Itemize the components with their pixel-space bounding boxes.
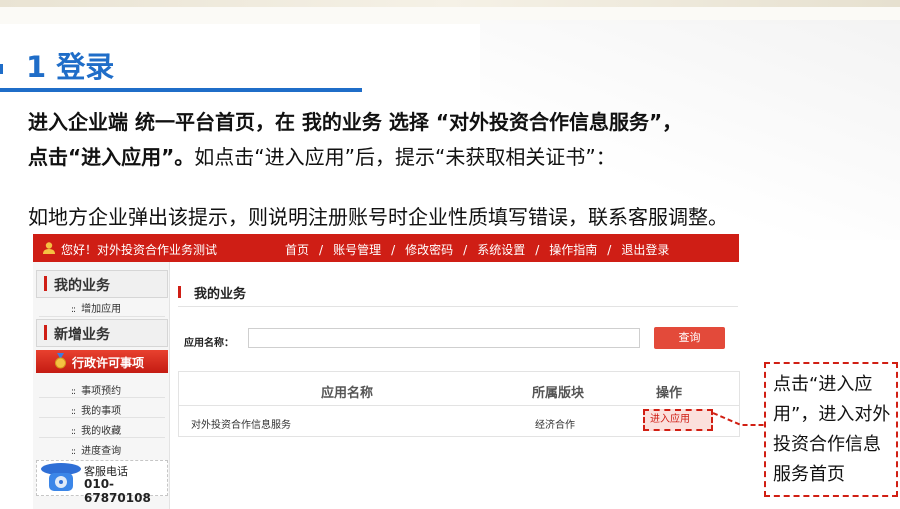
nav-separator: /	[535, 243, 540, 257]
instruction-line-2: 点击“进入应用”。如点击“进入应用”后，提示“未获取相关证书”：	[28, 141, 616, 170]
medal-icon	[55, 353, 66, 369]
app-screenshot: 您好！对外投资合作业务测试 首页 / 账号管理 / 修改密码 / 系统设置 / 操作指南 / 退出登…	[33, 234, 740, 509]
grip-icon: ::	[71, 407, 76, 417]
app-name-input[interactable]	[248, 328, 640, 348]
sidebar-group-label: 我的业务	[54, 278, 110, 294]
nav-account-management[interactable]: 账号管理	[333, 241, 381, 258]
grip-icon: ::	[71, 305, 76, 315]
sidebar-item-label: 增加应用	[81, 304, 122, 315]
app-top-bar: 您好！对外投资合作业务测试 首页 / 账号管理 / 修改密码 / 系统设置 / 操作指南 / 退出登…	[33, 234, 739, 262]
row-section: 经济合作	[535, 420, 575, 431]
sidebar-item-my-matters[interactable]: :: 我的事项	[71, 402, 121, 417]
user-icon	[43, 242, 55, 254]
sidebar-item-label: 我的收藏	[81, 426, 122, 437]
sidebar-item-add-app[interactable]: :: 增加应用	[71, 300, 121, 315]
sidebar-item-label: 事项预约	[81, 386, 122, 397]
nav-separator: /	[607, 243, 612, 257]
sidebar-item-label: 进度查询	[81, 446, 122, 457]
column-header-name: 应用名称	[321, 386, 374, 401]
sidebar-item-progress[interactable]: :: 进度查询	[71, 442, 121, 457]
row-app-name: 对外投资合作信息服务	[191, 420, 291, 431]
sidebar-divider	[39, 397, 165, 398]
search-button[interactable]: 查询	[654, 327, 725, 349]
nav-user-guide[interactable]: 操作指南	[549, 241, 597, 258]
search-label: 应用名称：	[184, 338, 234, 349]
heading-marker	[178, 286, 181, 298]
main-heading: 我的业务	[178, 282, 738, 307]
title-tick-mark	[0, 64, 3, 74]
nav-separator: /	[391, 243, 396, 257]
instruction-line-1-text: 进入企业端 统一平台首页，在 我的业务 选择 “对外投资合作信息服务”，	[28, 110, 683, 134]
nav-system-settings[interactable]: 系统设置	[477, 241, 525, 258]
main-heading-text: 我的业务	[194, 287, 247, 302]
apps-table: 应用名称 所属版块 操作 对外投资合作信息服务 经济合作 进入应用	[178, 371, 740, 437]
group-marker	[44, 325, 47, 340]
column-header-action: 操作	[656, 386, 683, 401]
sidebar-group-my-business[interactable]: 我的业务	[36, 270, 168, 298]
grip-icon: ::	[71, 427, 76, 437]
nav-logout[interactable]: 退出登录	[621, 241, 669, 258]
sidebar-item-label: 我的事项	[81, 406, 122, 417]
callout-box: 点击“进入应用”，进入对外投资合作信息服务首页	[764, 362, 898, 497]
sidebar-group-new-business[interactable]: 新增业务	[36, 319, 168, 347]
instruction-line-2-normal: 如点击“进入应用”后，提示“未获取相关证书”：	[194, 145, 616, 169]
sidebar-divider	[39, 437, 165, 438]
nav-home[interactable]: 首页	[285, 241, 309, 258]
sidebar-item-label: 行政许可事项	[72, 356, 145, 370]
top-decor-band	[0, 0, 900, 7]
group-marker	[44, 276, 47, 291]
sidebar-group-label: 新增业务	[54, 327, 110, 343]
grip-icon: ::	[71, 387, 76, 397]
column-header-section: 所属版块	[532, 386, 585, 401]
instruction-line-3: 如地方企业弹出该提示，则说明注册账号时企业性质填写错误，联系客服调整。	[28, 205, 728, 229]
customer-service-box: 客服电话 010-67870108	[36, 460, 168, 505]
sidebar: 我的业务 :: 增加应用 新增业务 行政许可事项 :: 事项预约 :: 我的事项 ::…	[33, 262, 170, 509]
service-phone: 010-67870108	[84, 477, 151, 505]
table-divider	[179, 405, 739, 406]
nav-separator: /	[463, 243, 468, 257]
sidebar-divider	[39, 316, 165, 317]
slide-title: 1 登录	[26, 50, 115, 84]
nav-change-password[interactable]: 修改密码	[405, 241, 453, 258]
instruction-line-2-bold: 点击“进入应用”。	[28, 145, 195, 169]
enter-app-button[interactable]: 进入应用	[643, 409, 713, 431]
phone-icon	[41, 463, 81, 491]
title-underline	[0, 88, 362, 92]
sidebar-item-admin-license[interactable]: 行政许可事项	[36, 350, 168, 373]
sidebar-item-favorites[interactable]: :: 我的收藏	[71, 422, 121, 437]
grip-icon: ::	[71, 447, 76, 457]
callout-connector-line	[713, 412, 765, 426]
greeting-text: 您好！对外投资合作业务测试	[61, 243, 218, 257]
sidebar-item-appointment[interactable]: :: 事项预约	[71, 382, 121, 397]
callout-text: 点击“进入应用”，进入对外投资合作信息服务首页	[773, 374, 891, 485]
instruction-line-1: 进入企业端 统一平台首页，在 我的业务 选择 “对外投资合作信息服务”，	[28, 106, 682, 135]
nav-separator: /	[319, 243, 324, 257]
top-nav: 首页 / 账号管理 / 修改密码 / 系统设置 / 操作指南 / 退出登录	[285, 241, 669, 258]
sidebar-divider	[39, 417, 165, 418]
